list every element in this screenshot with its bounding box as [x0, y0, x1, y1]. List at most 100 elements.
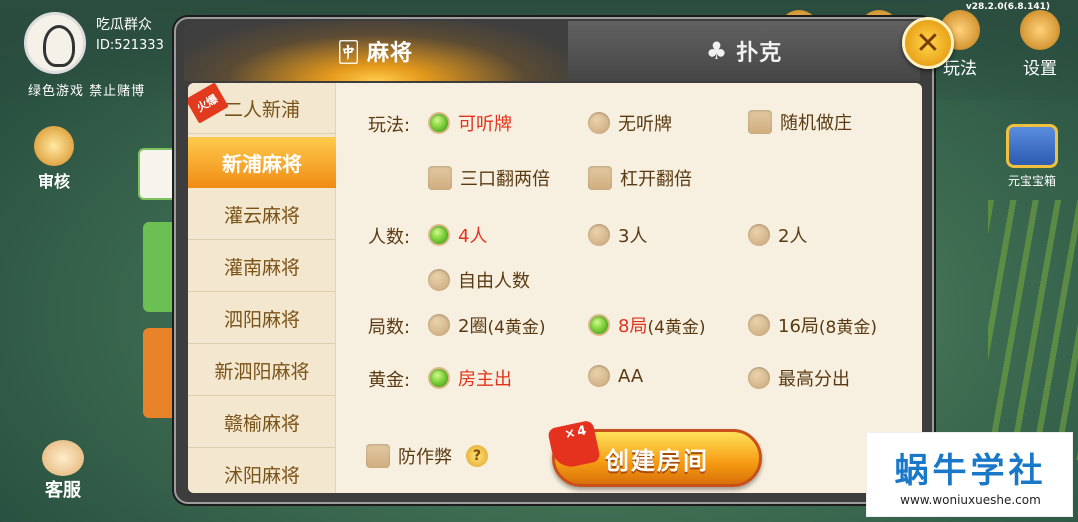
option-label: 三口翻两倍	[460, 169, 550, 190]
radio-icon	[588, 365, 610, 387]
option-label: 无听牌	[618, 114, 672, 135]
option-label: 3人	[618, 226, 648, 247]
game-item-label: 泗阳麻将	[223, 308, 300, 331]
checkbox-icon	[428, 166, 452, 190]
rounds-label: 局数:	[368, 317, 411, 338]
slogan: 绿色游戏 禁止赌博	[28, 84, 146, 99]
user-id: ID:521333	[96, 38, 164, 53]
radio-selected-icon	[588, 314, 610, 336]
option-label: 杠开翻倍	[620, 169, 692, 190]
game-item-label: 赣榆麻将	[223, 412, 300, 435]
tab-poker[interactable]: ♣ 扑克	[568, 21, 920, 81]
anti-cheat-toggle[interactable]: 防作弊 ?	[366, 443, 488, 469]
radio-icon	[748, 314, 770, 336]
option-kong-double[interactable]: 杠开翻倍	[588, 165, 692, 191]
watermark: 蜗牛学社 www.woniuxueshe.com	[866, 432, 1073, 517]
option-aa[interactable]: AA	[588, 365, 643, 387]
watermark-url: www.woniuxueshe.com	[900, 493, 1041, 507]
radio-selected-icon	[428, 224, 450, 246]
radio-icon	[428, 269, 450, 291]
game-item-label: 灌南麻将	[223, 256, 300, 279]
option-8-rounds[interactable]: 8局 (4黄金)	[588, 312, 706, 338]
game-item-label: 新泗阳麻将	[214, 360, 310, 383]
option-owner-pays[interactable]: 房主出	[428, 365, 512, 391]
settings-button[interactable]: 设置	[1020, 10, 1060, 79]
audit-label: 审核	[37, 172, 70, 191]
game-item-shuyang-mahjong[interactable]: 沭阳麻将	[188, 449, 336, 493]
tab-mahjong-label: 麻将	[367, 41, 414, 66]
option-label: 16局	[778, 316, 819, 337]
checkbox-icon	[366, 444, 390, 468]
game-list: 火爆 二人新浦 新浦麻将 灌云麻将 灌南麻将 泗阳麻将 新泗阳麻将 赣榆麻将 沭…	[188, 83, 336, 493]
checkbox-icon	[748, 110, 772, 134]
anti-cheat-label: 防作弊	[398, 447, 452, 468]
create-room-button[interactable]: ×4 创建房间	[547, 419, 762, 487]
option-no-ting[interactable]: 无听牌	[588, 110, 672, 136]
game-item-new-siyang-mahjong[interactable]: 新泗阳麻将	[188, 345, 336, 396]
question-icon[interactable]: ?	[466, 445, 488, 467]
option-cost: (8黄金)	[818, 317, 877, 338]
option-label: 2圈	[458, 316, 488, 337]
radio-selected-icon	[428, 367, 450, 389]
radio-icon	[428, 314, 450, 336]
option-3-players[interactable]: 3人	[588, 222, 647, 248]
game-item-guanyun-mahjong[interactable]: 灌云麻将	[188, 189, 336, 240]
option-random-dealer[interactable]: 随机做庄	[748, 109, 852, 135]
option-free-players[interactable]: 自由人数	[428, 267, 530, 293]
treasure-chest-icon	[1006, 124, 1058, 168]
game-type-tabs: 🀄︎ 麻将 ♣ 扑克	[184, 21, 920, 85]
game-item-guannan-mahjong[interactable]: 灌南麻将	[188, 241, 336, 292]
game-item-label: 新浦麻将	[222, 152, 302, 176]
dialog-content: 火爆 二人新浦 新浦麻将 灌云麻将 灌南麻将 泗阳麻将 新泗阳麻将 赣榆麻将 沭…	[188, 83, 922, 493]
option-ting-pai[interactable]: 可听牌	[428, 110, 512, 136]
option-label: 最高分出	[778, 369, 850, 390]
audit-button[interactable]: 审核	[34, 126, 74, 192]
option-label: 房主出	[458, 369, 512, 390]
option-label: 随机做庄	[780, 113, 852, 134]
option-4-players[interactable]: 4人	[428, 222, 487, 248]
option-label: 2人	[778, 226, 808, 247]
game-item-label: 沭阳麻将	[223, 464, 300, 487]
radio-icon	[588, 112, 610, 134]
create-room-label: 创建房间	[605, 446, 709, 475]
watermark-title: 蜗牛学社	[894, 451, 1047, 491]
gold-label: 黄金:	[368, 370, 411, 391]
club-icon: ♣	[705, 37, 729, 65]
option-16-rounds[interactable]: 16局 (8黄金)	[748, 312, 877, 338]
checkbox-icon	[588, 166, 612, 190]
mahjong-tile-decoration	[138, 148, 178, 200]
close-button[interactable]: ✕	[902, 17, 954, 69]
option-highest-pays[interactable]: 最高分出	[748, 365, 850, 391]
customer-service-button[interactable]: 客服	[42, 440, 84, 502]
mahjong-icon: 🀄︎	[338, 37, 360, 65]
game-item-siyang-mahjong[interactable]: 泗阳麻将	[188, 293, 336, 344]
bamboo-decoration	[988, 200, 1078, 460]
user-name: 吃瓜群众	[96, 17, 152, 33]
hot-badge: 火爆	[188, 83, 229, 124]
option-2-players[interactable]: 2人	[748, 222, 807, 248]
customer-service-label: 客服	[45, 480, 81, 501]
radio-icon	[748, 224, 770, 246]
players-label: 人数:	[368, 227, 411, 248]
settings-label: 设置	[1023, 59, 1057, 79]
radio-icon	[748, 367, 770, 389]
treasure-chest-button[interactable]: 元宝宝箱	[992, 124, 1072, 189]
radio-icon	[588, 224, 610, 246]
option-label: 自由人数	[458, 271, 530, 292]
game-item-erren-xinpu[interactable]: 火爆 二人新浦	[188, 83, 336, 134]
stamp-icon	[34, 126, 74, 166]
tab-mahjong[interactable]: 🀄︎ 麻将	[184, 21, 568, 81]
play-label: 玩法:	[368, 115, 411, 136]
option-three-double[interactable]: 三口翻两倍	[428, 165, 550, 191]
dialog-bottom-bar: 防作弊 ? ×4 创建房间	[336, 419, 922, 493]
game-item-label: 灌云麻将	[223, 204, 300, 227]
game-item-xinpu-mahjong[interactable]: 新浦麻将	[188, 137, 336, 188]
customer-service-icon	[42, 440, 84, 476]
avatar[interactable]	[24, 12, 86, 74]
option-2-circles[interactable]: 2圈 (4黄金)	[428, 312, 546, 338]
radio-selected-icon	[428, 112, 450, 134]
create-room-dialog: 🀄︎ 麻将 ♣ 扑克 ✕ 火爆 二人新浦 新浦麻将 灌云麻将 灌南麻将 泗阳麻将…	[174, 17, 954, 504]
treasure-label: 元宝宝箱	[1007, 174, 1056, 188]
game-item-ganyu-mahjong[interactable]: 赣榆麻将	[188, 397, 336, 448]
option-cost: (4黄金)	[647, 317, 706, 338]
